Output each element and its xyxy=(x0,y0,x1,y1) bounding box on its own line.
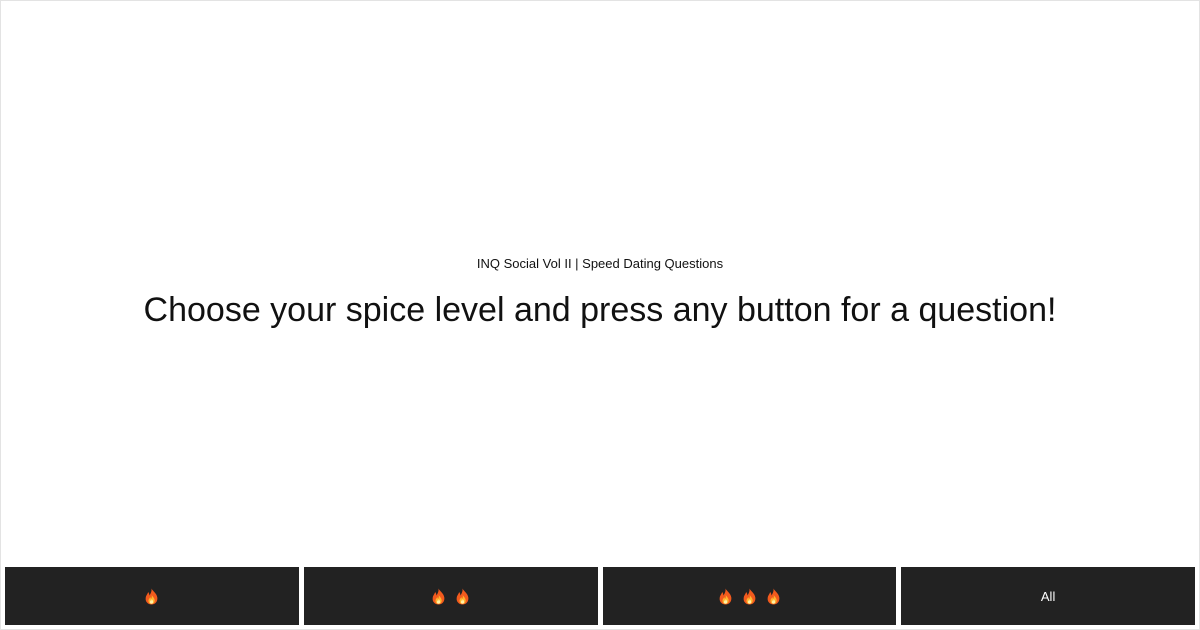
all-button-label: All xyxy=(1040,588,1056,604)
fire-icon xyxy=(431,588,446,605)
page-headline: Choose your spice level and press any bu… xyxy=(143,291,1057,329)
spice-level-all-button[interactable]: All xyxy=(901,567,1195,625)
page-subtitle: INQ Social Vol II | Speed Dating Questio… xyxy=(476,256,724,271)
fire-icon xyxy=(144,588,159,605)
fire-icon xyxy=(742,588,757,605)
flame-group xyxy=(144,588,159,605)
page: INQ Social Vol II | Speed Dating Questio… xyxy=(0,0,1200,630)
spice-level-3-button[interactable] xyxy=(602,567,897,625)
fire-icon xyxy=(455,588,470,605)
flame-group xyxy=(431,588,470,605)
prompt-area: INQ Social Vol II | Speed Dating Questio… xyxy=(1,1,1199,565)
fire-icon xyxy=(718,588,733,605)
spice-level-bar: All xyxy=(5,567,1195,625)
fire-icon xyxy=(766,588,781,605)
flame-group xyxy=(718,588,781,605)
spice-level-1-button[interactable] xyxy=(5,567,299,625)
spice-level-2-button[interactable] xyxy=(303,567,598,625)
